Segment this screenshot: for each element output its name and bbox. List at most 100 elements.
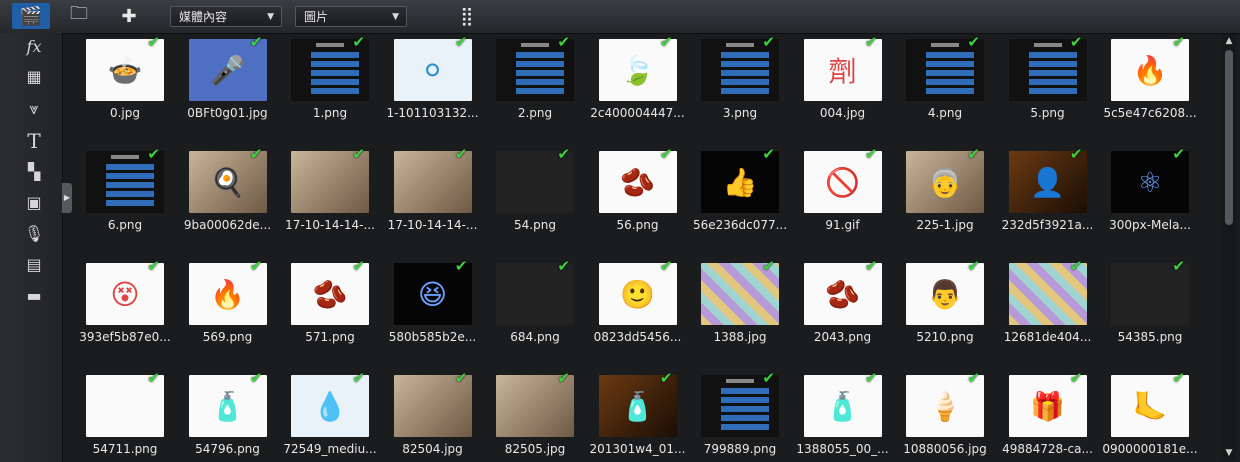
checkmark-icon: ✔ bbox=[762, 369, 775, 387]
media-item[interactable]: 🍳 ✔ 9ba00062de... bbox=[177, 145, 279, 260]
transition-icon[interactable]: ▚ bbox=[22, 161, 46, 183]
media-item[interactable]: ✔ 2.png bbox=[484, 36, 586, 148]
checkmark-icon: ✔ bbox=[1069, 369, 1083, 387]
scrollbar-thumb[interactable] bbox=[1225, 50, 1233, 225]
media-item[interactable]: 🎤 ✔ 0BFt0g01.jpg bbox=[177, 36, 279, 148]
media-item[interactable]: ✔ 1.png bbox=[279, 36, 381, 148]
media-item[interactable]: ✔ 6.png bbox=[74, 145, 176, 260]
media-filename: 232d5f3921a... bbox=[1001, 218, 1094, 232]
media-item[interactable]: 🧴 ✔ 1388055_00_... bbox=[792, 369, 894, 462]
media-filename: 1388.jpg bbox=[713, 330, 767, 344]
checkmark-icon: ✔ bbox=[147, 36, 160, 51]
sort-grid-icon[interactable]: ⣿ bbox=[452, 3, 482, 29]
media-filename: 5c5e47c6208... bbox=[1103, 106, 1197, 120]
thumbnail-glyph: 劑 bbox=[828, 55, 857, 88]
media-library-icon[interactable]: 🎬 bbox=[12, 3, 50, 29]
media-item[interactable]: ✔ 82504.jpg bbox=[382, 369, 484, 462]
thumbnail-glyph: 🫘 bbox=[825, 277, 860, 311]
plugin-icon[interactable]: ✚ bbox=[114, 3, 144, 29]
thumbnail-glyph: 🧴 bbox=[620, 389, 655, 423]
media-filename: 4.png bbox=[927, 106, 963, 120]
media-item[interactable]: 🙂 ✔ 0823dd5456... bbox=[587, 257, 689, 372]
media-filename: 225-1.jpg bbox=[916, 218, 974, 232]
media-item[interactable]: 🫘 ✔ 2043.png bbox=[792, 257, 894, 372]
chapter-icon[interactable]: ▤ bbox=[22, 254, 46, 276]
media-filename: 1388055_00_... bbox=[796, 442, 889, 456]
checkmark-icon: ✔ bbox=[864, 145, 878, 163]
media-filename: 6.png bbox=[107, 218, 143, 232]
media-item[interactable]: ✔ 17-10-14-14-... bbox=[279, 145, 381, 260]
media-item[interactable]: 🍲 ✔ 0.jpg bbox=[74, 36, 176, 148]
media-filename: 54711.png bbox=[92, 442, 158, 456]
checkmark-icon: ✔ bbox=[864, 36, 878, 51]
media-item[interactable]: ✔ 799889.png bbox=[689, 369, 791, 462]
media-type-dropdown[interactable]: 媒體內容 ▼ bbox=[170, 6, 282, 27]
filter-dropdown[interactable]: 圖片 ▼ bbox=[295, 6, 407, 27]
media-item[interactable]: 👍 ✔ 56e236dc077... bbox=[689, 145, 791, 260]
media-item[interactable]: ✔ 82505.jpg bbox=[484, 369, 586, 462]
media-item[interactable]: ✔ 54.png bbox=[484, 145, 586, 260]
media-filename: 0900000181e... bbox=[1102, 442, 1198, 456]
media-item[interactable]: 😵 ✔ 393ef5b87e0... bbox=[74, 257, 176, 372]
media-item[interactable]: 👵 ✔ 225-1.jpg bbox=[894, 145, 996, 260]
collapse-sidebar-handle[interactable]: ▶ bbox=[62, 183, 72, 213]
media-item[interactable]: ⚛ ✔ 300px-Mela... bbox=[1099, 145, 1201, 260]
particle-icon[interactable]: ⩔ bbox=[22, 98, 46, 120]
effects-sidebar: fx ▦ ⩔ T ▚ ▣ 🎙 ▤ ▬ bbox=[0, 33, 63, 462]
checkmark-icon: ✔ bbox=[762, 257, 775, 275]
media-filename: 684.png bbox=[510, 330, 560, 344]
fx-icon[interactable]: fx bbox=[22, 36, 46, 58]
media-filename: 72549_mediu... bbox=[283, 442, 377, 456]
media-item[interactable]: ✔ 54711.png bbox=[74, 369, 176, 462]
media-item[interactable]: 🚫 ✔ 91.gif bbox=[792, 145, 894, 260]
checkmark-icon: ✔ bbox=[147, 369, 160, 387]
media-filename: 2c400004447... bbox=[590, 106, 685, 120]
media-item[interactable]: ✔ 54385.png bbox=[1099, 257, 1201, 372]
media-item[interactable]: ✔ 684.png bbox=[484, 257, 586, 372]
media-item[interactable]: ✔ 17-10-14-14-... bbox=[382, 145, 484, 260]
thumbnail-glyph: 👨 bbox=[927, 277, 963, 311]
checkmark-icon: ✔ bbox=[762, 36, 775, 51]
checkmark-icon: ✔ bbox=[557, 257, 570, 275]
title-effect-icon[interactable]: ▦ bbox=[22, 66, 46, 88]
checkmark-icon: ✔ bbox=[454, 145, 468, 163]
vertical-scrollbar[interactable]: ▲ ▼ bbox=[1222, 34, 1236, 460]
thumbnail-glyph: 😆 bbox=[417, 277, 448, 311]
media-item[interactable]: 🧴 ✔ 54796.png bbox=[177, 369, 279, 462]
media-filename: 54385.png bbox=[1117, 330, 1183, 344]
media-item[interactable]: ✔ 1388.jpg bbox=[689, 257, 791, 372]
thumbnail-glyph: 🧴 bbox=[825, 389, 860, 423]
checkmark-icon: ✔ bbox=[967, 257, 980, 275]
import-folder-icon[interactable]: 🗀 bbox=[64, 3, 94, 29]
scroll-up-icon[interactable]: ▲ bbox=[1222, 34, 1236, 48]
media-item[interactable]: 🍦 ✔ 10880056.jpg bbox=[894, 369, 996, 462]
text-icon[interactable]: T bbox=[22, 130, 46, 152]
media-item[interactable]: 🫘 ✔ 56.png bbox=[587, 145, 689, 260]
media-item[interactable]: ✔ 5.png bbox=[997, 36, 1099, 148]
media-item[interactable]: 😆 ✔ 580b585b2e... bbox=[382, 257, 484, 372]
subtitle-icon[interactable]: ▬ bbox=[22, 285, 46, 307]
checkmark-icon: ✔ bbox=[864, 257, 878, 275]
media-item[interactable]: 🍃 ✔ 2c400004447... bbox=[587, 36, 689, 148]
media-item[interactable]: 🎁 ✔ 49884728-ca... bbox=[997, 369, 1099, 462]
media-item[interactable]: ⚪ ✔ 1-101103132... bbox=[382, 36, 484, 148]
media-item[interactable]: ✔ 12681de404... bbox=[997, 257, 1099, 372]
media-item[interactable]: 🦶 ✔ 0900000181e... bbox=[1099, 369, 1201, 462]
scroll-down-icon[interactable]: ▼ bbox=[1222, 446, 1236, 460]
media-item[interactable]: 劑 ✔ 004.jpg bbox=[792, 36, 894, 148]
media-item[interactable]: 🧴 ✔ 201301w4_01... bbox=[587, 369, 689, 462]
media-filename: 0.jpg bbox=[109, 106, 141, 120]
media-item[interactable]: 👤 ✔ 232d5f3921a... bbox=[997, 145, 1099, 260]
media-item[interactable]: 👨 ✔ 5210.png bbox=[894, 257, 996, 372]
checkmark-icon: ✔ bbox=[249, 369, 263, 387]
media-item[interactable]: ✔ 3.png bbox=[689, 36, 791, 148]
media-item[interactable]: ✔ 4.png bbox=[894, 36, 996, 148]
media-item[interactable]: 🫘 ✔ 571.png bbox=[279, 257, 381, 372]
media-item[interactable]: 🔥 ✔ 5c5e47c6208... bbox=[1099, 36, 1201, 148]
media-item[interactable]: 🔥 ✔ 569.png bbox=[177, 257, 279, 372]
pip-icon[interactable]: ▣ bbox=[22, 192, 46, 214]
microphone-icon[interactable]: 🎙 bbox=[22, 223, 46, 245]
thumbnail-glyph: 🦶 bbox=[1132, 389, 1168, 423]
thumbnail-glyph: 🍲 bbox=[107, 53, 143, 87]
media-item[interactable]: 💧 ✔ 72549_mediu... bbox=[279, 369, 381, 462]
